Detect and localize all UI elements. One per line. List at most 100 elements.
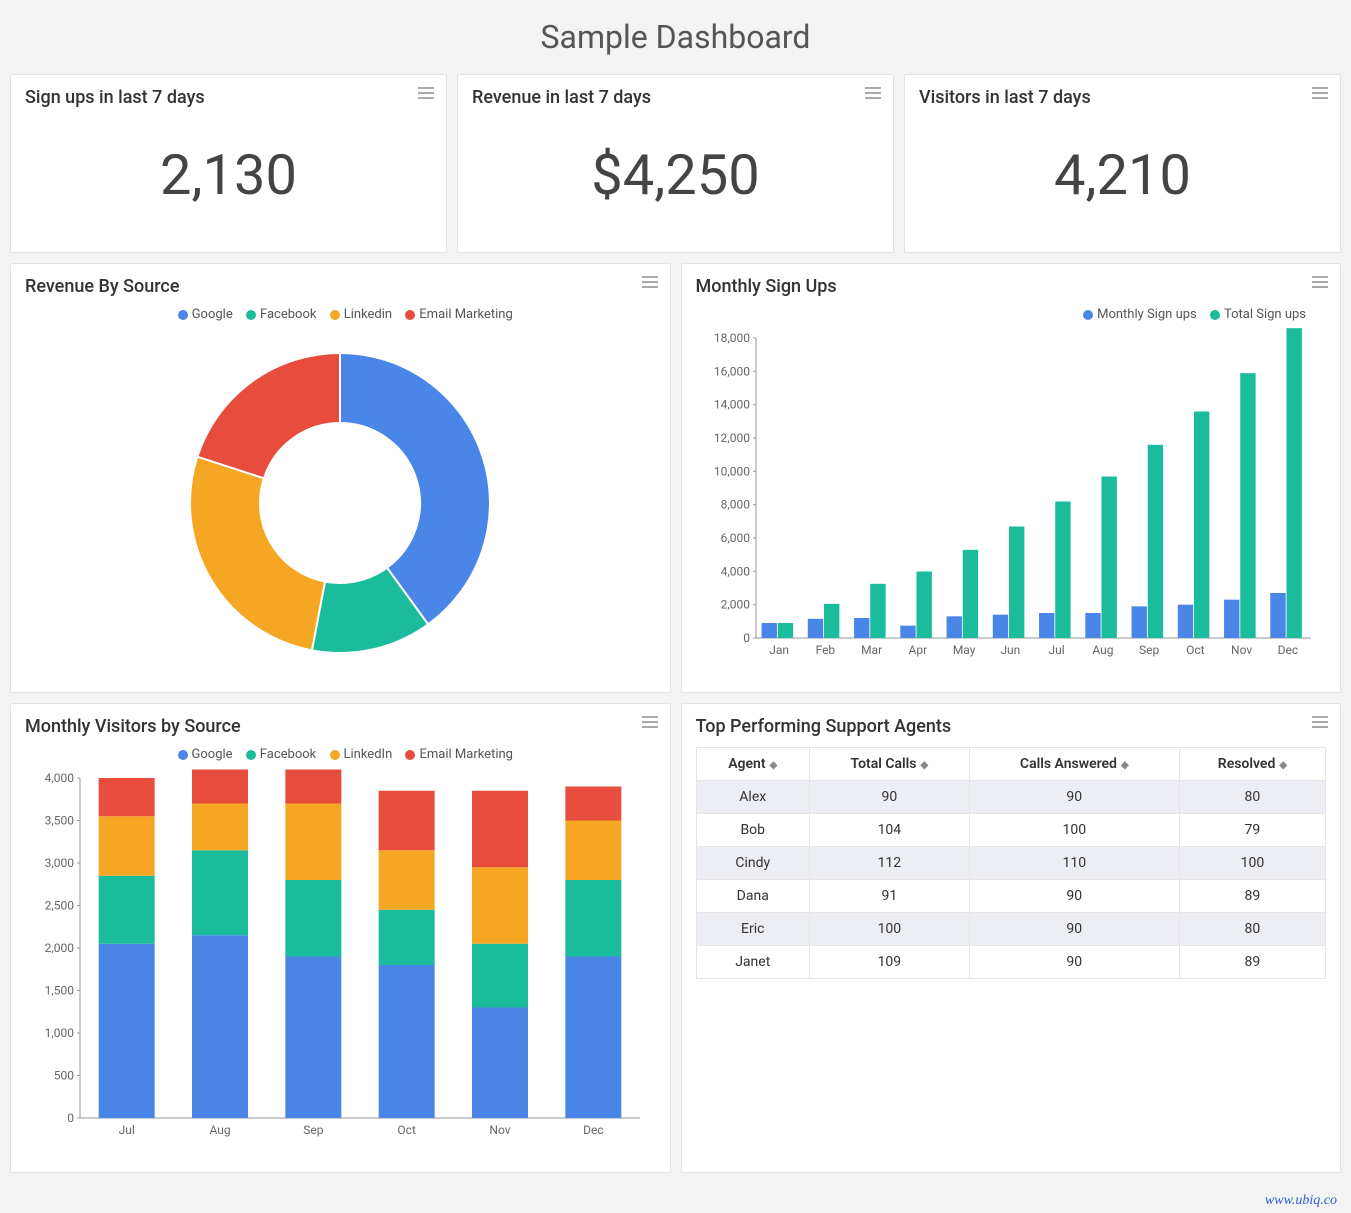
svg-text:1,500: 1,500 — [45, 984, 75, 998]
svg-text:Mar: Mar — [861, 643, 882, 657]
svg-text:18,000: 18,000 — [714, 331, 750, 345]
table-row: Janet1099089 — [696, 946, 1326, 979]
legend-item: Email Marketing — [419, 307, 512, 322]
table-title: Top Performing Support Agents — [696, 716, 1327, 737]
agents-table: Agent◆Total Calls◆Calls Answered◆Resolve… — [696, 747, 1327, 979]
svg-text:Nov: Nov — [1231, 643, 1252, 657]
svg-text:8,000: 8,000 — [720, 498, 750, 512]
watermark: www.ubiq.co — [1265, 1193, 1337, 1209]
kpi-value: 4,210 — [919, 118, 1326, 240]
table-cell: 90 — [969, 880, 1179, 913]
agents-card: Top Performing Support Agents Agent◆Tota… — [681, 703, 1342, 1173]
svg-text:0: 0 — [68, 1111, 75, 1125]
menu-icon[interactable] — [642, 716, 658, 728]
stacked-bar-chart: 05001,0001,5002,0002,5003,0003,5004,000J… — [30, 768, 650, 1148]
menu-icon[interactable] — [418, 87, 434, 99]
kpi-label: Visitors in last 7 days — [919, 87, 1326, 108]
svg-text:Oct: Oct — [398, 1123, 417, 1137]
svg-text:Jan: Jan — [769, 643, 789, 657]
table-cell: 90 — [969, 946, 1179, 979]
table-row: Bob10410079 — [696, 814, 1326, 847]
kpi-value: $4,250 — [472, 118, 879, 240]
table-header[interactable]: Total Calls◆ — [809, 748, 969, 781]
table-header[interactable]: Resolved◆ — [1179, 748, 1325, 781]
kpi-label: Revenue in last 7 days — [472, 87, 879, 108]
svg-text:10,000: 10,000 — [714, 464, 750, 478]
svg-text:Aug: Aug — [1092, 643, 1113, 657]
table-cell: 80 — [1179, 781, 1325, 814]
menu-icon[interactable] — [1312, 276, 1328, 288]
chart-legend: Google Facebook Linkedin Email Marketing — [25, 307, 656, 322]
table-cell: 110 — [969, 847, 1179, 880]
svg-text:4,000: 4,000 — [720, 564, 750, 578]
kpi-card-revenue: Revenue in last 7 days $4,250 — [457, 74, 894, 253]
table-cell: 90 — [969, 781, 1179, 814]
menu-icon[interactable] — [642, 276, 658, 288]
table-cell: 109 — [809, 946, 969, 979]
legend-item: Google — [192, 747, 233, 762]
legend-item: LinkedIn — [344, 747, 393, 762]
svg-text:Jul: Jul — [1048, 643, 1064, 657]
table-cell: Bob — [696, 814, 809, 847]
table-header[interactable]: Calls Answered◆ — [969, 748, 1179, 781]
legend-item: Facebook — [260, 747, 316, 762]
menu-icon[interactable] — [1312, 87, 1328, 99]
chart-legend: Google Facebook LinkedIn Email Marketing — [25, 747, 656, 762]
table-row: Eric1009080 — [696, 913, 1326, 946]
sort-icon: ◆ — [770, 760, 778, 771]
table-cell: 91 — [809, 880, 969, 913]
svg-text:4,000: 4,000 — [45, 771, 75, 785]
svg-text:May: May — [953, 643, 976, 657]
svg-text:Feb: Feb — [815, 643, 835, 657]
chart-title: Monthly Sign Ups — [696, 276, 1327, 297]
kpi-value: 2,130 — [25, 118, 432, 240]
svg-text:Sep: Sep — [1139, 643, 1159, 657]
legend-item: Email Marketing — [419, 747, 512, 762]
menu-icon[interactable] — [865, 87, 881, 99]
svg-text:Sep: Sep — [303, 1123, 323, 1137]
svg-text:2,000: 2,000 — [720, 598, 750, 612]
svg-text:Jul: Jul — [119, 1123, 135, 1137]
kpi-card-signups: Sign ups in last 7 days 2,130 — [10, 74, 447, 253]
table-header[interactable]: Agent◆ — [696, 748, 809, 781]
svg-text:500: 500 — [54, 1069, 74, 1083]
table-cell: 90 — [969, 913, 1179, 946]
table-cell: Eric — [696, 913, 809, 946]
monthly-visitors-card: Monthly Visitors by Source Google Facebo… — [10, 703, 671, 1173]
table-cell: 89 — [1179, 880, 1325, 913]
table-cell: 100 — [1179, 847, 1325, 880]
svg-text:2,500: 2,500 — [45, 899, 75, 913]
grouped-bar-chart: 02,0004,0006,0008,00010,00012,00014,0001… — [701, 328, 1321, 668]
chart-legend: Monthly Sign ups Total Sign ups — [696, 307, 1327, 322]
kpi-label: Sign ups in last 7 days — [25, 87, 432, 108]
table-cell: 80 — [1179, 913, 1325, 946]
table-cell: 104 — [809, 814, 969, 847]
donut-chart — [150, 328, 530, 668]
monthly-signups-card: Monthly Sign Ups Monthly Sign ups Total … — [681, 263, 1342, 693]
legend-item: Linkedin — [344, 307, 392, 322]
menu-icon[interactable] — [1312, 716, 1328, 728]
svg-text:14,000: 14,000 — [714, 398, 750, 412]
svg-text:3,000: 3,000 — [45, 856, 75, 870]
table-cell: 100 — [969, 814, 1179, 847]
legend-item: Facebook — [260, 307, 316, 322]
table-cell: Cindy — [696, 847, 809, 880]
table-cell: Janet — [696, 946, 809, 979]
svg-text:Apr: Apr — [908, 643, 927, 657]
svg-text:0: 0 — [743, 631, 750, 645]
svg-text:2,000: 2,000 — [45, 941, 75, 955]
revenue-by-source-card: Revenue By Source Google Facebook Linked… — [10, 263, 671, 693]
sort-icon: ◆ — [1121, 760, 1129, 771]
table-cell: 79 — [1179, 814, 1325, 847]
chart-title: Monthly Visitors by Source — [25, 716, 656, 737]
svg-text:Dec: Dec — [1277, 643, 1298, 657]
sort-icon: ◆ — [920, 760, 928, 771]
table-row: Alex909080 — [696, 781, 1326, 814]
table-cell: Alex — [696, 781, 809, 814]
table-cell: 90 — [809, 781, 969, 814]
svg-text:3,500: 3,500 — [45, 814, 75, 828]
table-cell: 89 — [1179, 946, 1325, 979]
page-title: Sample Dashboard — [10, 10, 1341, 74]
svg-text:Oct: Oct — [1186, 643, 1205, 657]
svg-text:12,000: 12,000 — [714, 431, 750, 445]
